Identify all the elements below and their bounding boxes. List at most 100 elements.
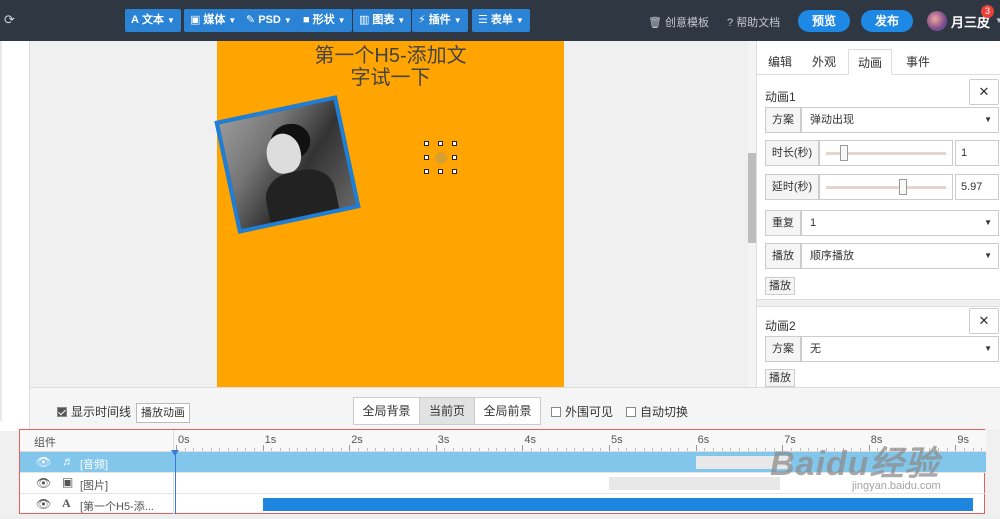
timeline-tick-minor <box>340 448 342 451</box>
square-icon: ■ <box>303 14 310 26</box>
segment-global-background[interactable]: 全局背景 <box>353 397 420 425</box>
timeline-tick-minor <box>747 448 749 451</box>
animation2-play-button[interactable]: 播放 <box>765 369 795 387</box>
chart-tool-button[interactable]: ▥ 图表 ▼ <box>353 9 412 32</box>
list-icon: ☰ <box>478 14 488 26</box>
delay-label: 延时(秒) <box>765 174 819 200</box>
play-mode-label: 播放 <box>765 243 801 269</box>
timeline-tick-minor <box>764 448 766 451</box>
chevron-down-icon: ▼ <box>984 115 992 124</box>
resize-handle[interactable] <box>452 169 457 174</box>
animation1-title: 动画1 <box>765 90 796 104</box>
form-tool-button[interactable]: ☰ 表单 ▼ <box>472 9 530 32</box>
resize-handle[interactable] <box>424 155 429 160</box>
repeat-value: 1 <box>810 217 817 229</box>
auto-switch-checkbox[interactable]: 自动切换 <box>626 403 688 420</box>
animation-bar[interactable] <box>609 477 780 490</box>
chevron-down-icon: ▼ <box>166 16 175 25</box>
media-tool-button[interactable]: ▣ 媒体 ▼ <box>184 9 243 32</box>
slider-handle[interactable] <box>840 145 848 161</box>
chevron-down-icon[interactable]: ▼ <box>995 16 1000 25</box>
repeat-select[interactable]: 1 ▼ <box>801 210 999 236</box>
resize-handle[interactable] <box>438 141 443 146</box>
shape-tool-button[interactable]: ■ 形状 ▼ <box>297 9 352 32</box>
outside-visible-checkbox[interactable]: 外围可见 <box>551 403 613 420</box>
animation2-scheme-select[interactable]: 无 ▼ <box>801 336 999 362</box>
question-icon: ? <box>727 17 734 29</box>
canvas-title-line2[interactable]: 字试一下 <box>217 61 564 90</box>
delay-input[interactable]: 5.97 <box>955 174 999 200</box>
tab-edit[interactable]: 编辑 <box>760 49 800 75</box>
row-name: [图片] <box>80 480 109 492</box>
close-icon[interactable]: ✕ <box>969 79 999 105</box>
timeline-row-text[interactable]: 👁 A [第一个H5-添... <box>20 494 986 515</box>
timeline-tick-major <box>349 445 351 451</box>
timeline-tick-minor <box>557 448 559 451</box>
checkbox-checked-icon[interactable] <box>57 406 67 417</box>
checkbox-icon[interactable] <box>626 406 636 417</box>
slider-handle[interactable] <box>898 179 907 195</box>
eye-icon[interactable]: 👁 <box>36 476 51 490</box>
chevron-down-icon: ▼ <box>337 16 346 25</box>
tab-animation[interactable]: 动画 <box>848 49 892 75</box>
sidebar-divider <box>0 41 2 421</box>
tab-appearance[interactable]: 外观 <box>804 49 844 75</box>
checkbox-icon[interactable] <box>551 406 561 417</box>
timeline-tick-major <box>695 445 697 451</box>
resize-handle[interactable] <box>438 169 443 174</box>
segment-global-foreground[interactable]: 全局前景 <box>474 397 541 425</box>
watermark-url: jingyan.baidu.com <box>852 480 941 492</box>
help-docs-link[interactable]: ? 帮助文档 <box>727 14 780 30</box>
timeline-tick-minor <box>591 448 593 451</box>
watermark-logo: Baidu经验 <box>770 445 940 483</box>
resize-handle[interactable] <box>424 169 429 174</box>
eye-icon[interactable]: 👁 <box>36 455 51 469</box>
text-tool-button[interactable]: A 文本 ▼ <box>125 9 181 32</box>
show-timeline-checkbox[interactable]: 显示时间线 <box>57 403 131 420</box>
scrollbar-thumb[interactable] <box>748 153 756 243</box>
eye-icon[interactable]: 👁 <box>36 497 51 511</box>
timeline-tick-minor <box>288 448 290 451</box>
properties-panel: 编辑 外观 动画 事件 动画1 ✕ 方案 弹动出现 ▼ 时长(秒) 1 延时(秒)… <box>756 41 1000 387</box>
timeline-tick-minor <box>686 448 688 451</box>
refresh-icon[interactable]: ⟳ <box>4 12 15 28</box>
timeline-tick-minor <box>453 448 455 451</box>
playhead-line[interactable] <box>175 452 176 515</box>
duration-slider[interactable] <box>819 140 953 166</box>
chevron-down-icon: ▼ <box>283 16 292 25</box>
plugin-tool-button[interactable]: ⚡ 插件 ▼ <box>412 9 468 32</box>
chevron-down-icon: ▼ <box>984 344 992 353</box>
animation-bar[interactable] <box>262 498 973 511</box>
chevron-down-icon: ▼ <box>515 16 524 25</box>
duration-input[interactable]: 1 <box>955 140 999 166</box>
tab-event[interactable]: 事件 <box>896 49 940 75</box>
text-icon: A <box>62 496 71 510</box>
close-icon[interactable]: ✕ <box>969 308 999 334</box>
publish-button[interactable]: 发布 <box>861 10 913 32</box>
bar-chart-icon: ▥ <box>359 14 370 26</box>
animation1-play-button[interactable]: 播放 <box>765 277 795 295</box>
avatar[interactable] <box>927 11 947 31</box>
timeline-tick-minor <box>245 448 247 451</box>
animation1-scheme-select[interactable]: 弹动出现 ▼ <box>801 107 999 133</box>
creative-template-link[interactable]: 🗑 创意模板 <box>648 14 709 30</box>
play-mode-select[interactable]: 顺序播放 ▼ <box>801 243 999 269</box>
resize-handle[interactable] <box>452 141 457 146</box>
help-docs-label: 帮助文档 <box>736 17 781 29</box>
resize-handle[interactable] <box>424 141 429 146</box>
resize-handle[interactable] <box>452 155 457 160</box>
chevron-down-icon: ▼ <box>984 218 992 227</box>
delay-slider[interactable] <box>819 174 953 200</box>
canvas-scrollbar[interactable] <box>748 41 756 387</box>
panel-divider <box>757 299 1000 307</box>
psd-tool-button[interactable]: ✎ PSD ▼ <box>240 9 298 32</box>
play-animation-button[interactable]: 播放动画 <box>136 403 190 423</box>
audio-element-selection[interactable] <box>424 141 457 174</box>
segment-current-page[interactable]: 当前页 <box>419 397 475 425</box>
play-mode-value: 顺序播放 <box>810 250 854 262</box>
timeline-control-bar: 显示时间线 播放动画 全局背景 当前页 全局前景 外围可见 自动切换 <box>30 387 1000 429</box>
creative-template-label: 创意模板 <box>665 17 710 29</box>
animation2-title: 动画2 <box>765 319 796 333</box>
pen-icon: ✎ <box>246 14 256 26</box>
preview-button[interactable]: 预览 <box>798 10 850 32</box>
